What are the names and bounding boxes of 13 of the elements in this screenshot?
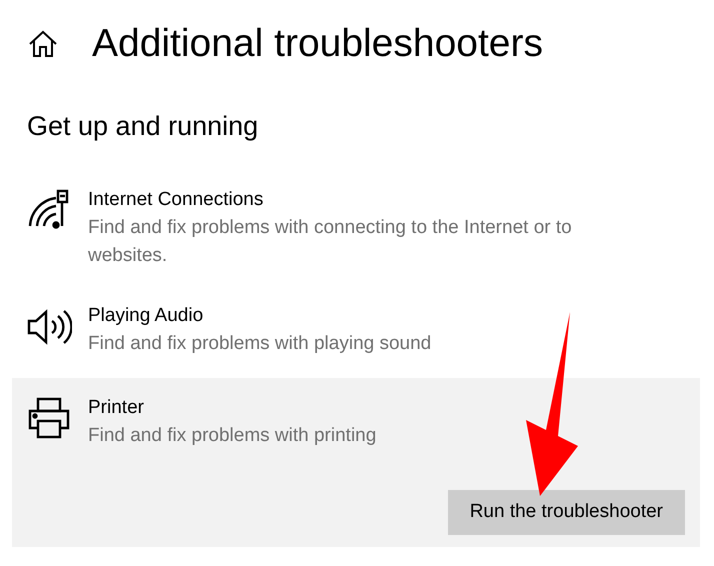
item-description: Find and fix problems with connecting to the Internet or to websites.	[88, 216, 573, 268]
item-title: Playing Audio	[88, 304, 204, 328]
home-icon[interactable]	[28, 30, 58, 58]
run-button[interactable]: Run the troubleshooter	[448, 490, 685, 534]
item-title: Printer	[88, 396, 145, 420]
item-title: Internet Connections	[88, 188, 264, 212]
troubleshooter-item[interactable]: Playing Audio Find and fix problems with playing sound	[0, 302, 714, 358]
troubleshooter-item[interactable]: Internet Connections Find and fix problems with connecting to the Internet or to websites.	[0, 186, 714, 270]
item-description: Find and fix problems with printing	[88, 424, 378, 448]
page-title: Additional troubleshooters	[92, 21, 543, 67]
selected-item-panel[interactable]: Printer Find and fix problems with printing Run the troubleshooter	[12, 378, 700, 546]
section-heading: Get up and running	[27, 110, 260, 143]
item-description: Find and fix problems with playing sound	[88, 332, 432, 356]
